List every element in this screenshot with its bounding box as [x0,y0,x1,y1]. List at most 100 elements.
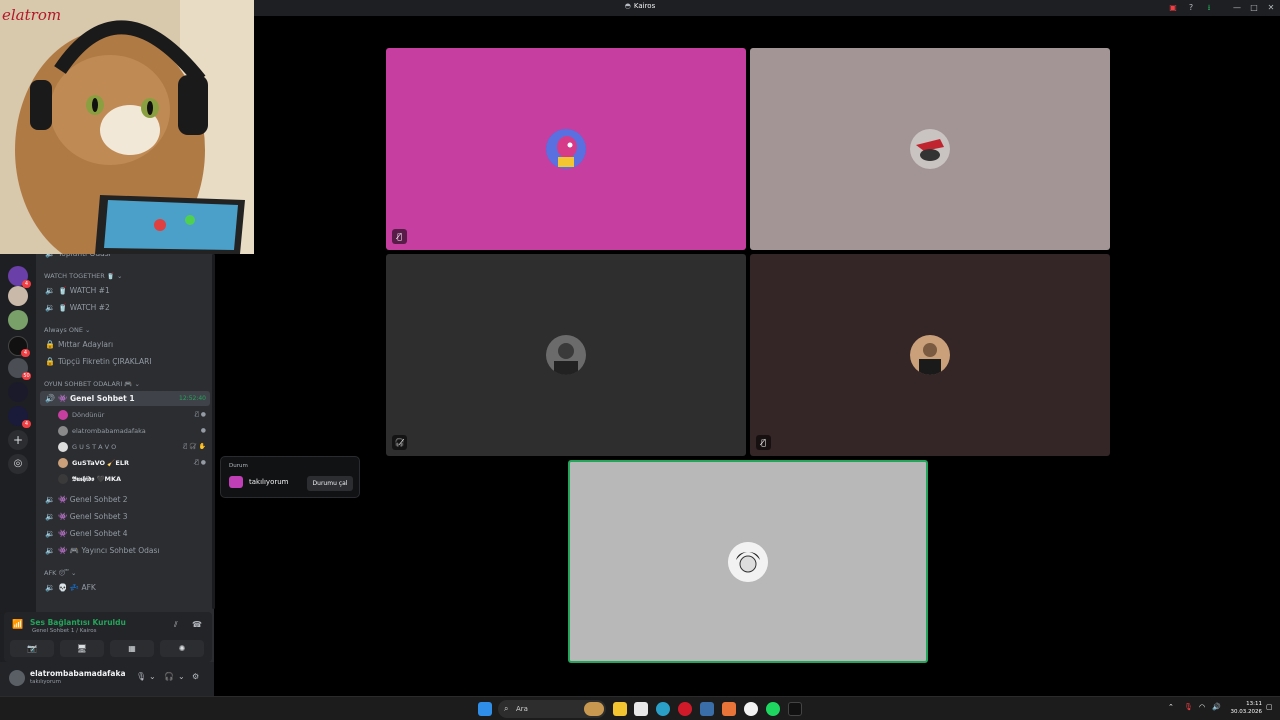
volume-icon[interactable]: 🔊 [1212,703,1221,711]
category-header[interactable]: WATCH TOGETHER 🥤 ⌄ [44,272,122,280]
speaker-icon: 🔉 [45,303,55,312]
voice-channel[interactable]: 🔉 👾 Genel Sohbet 3 [40,509,210,524]
minimize-icon[interactable]: — [1232,3,1242,13]
file-explorer-icon[interactable] [613,702,627,716]
taskbar-clock[interactable]: 13:11 30.03.2026 [1226,700,1263,716]
camera-off-button[interactable]: 📷̸ [10,640,54,657]
server-icon[interactable]: 4 [8,406,31,428]
voice-user[interactable]: 𝕭𝖚𝖘𝖍𝖎𝖉𝖔 🖤MKA [58,472,208,486]
muted-icon: 🎙̸ ● [195,459,206,466]
voice-channel[interactable]: 🔉 👾 Genel Sohbet 2 [40,492,210,507]
participant-tile[interactable]: 🎧̸ [386,254,746,456]
username[interactable]: elatrombabamadafaka [30,669,126,678]
store-icon[interactable] [634,702,648,716]
widgets-icon[interactable] [584,702,604,716]
server-icon[interactable] [8,382,28,402]
deafened-icon: 🎧̸ [392,435,407,450]
noise-suppression-icon[interactable]: ⫽ [174,620,178,630]
discover-icon[interactable]: ◎ [8,454,28,474]
voice-channel[interactable]: 🔉 🥤 WATCH #1 [40,283,210,298]
speaker-icon: 🔉 [45,512,55,521]
inbox-icon[interactable]: ▣ [1168,3,1178,13]
participant-tile[interactable]: 🎙̸ [386,48,746,250]
voice-channel-active[interactable]: 🔊 👾 Genel Sohbet 1 12:52:40 [40,391,210,406]
muted-icon: 🎙̸ ● [195,411,206,418]
app-icon[interactable] [722,702,736,716]
voice-user[interactable]: Döndünür 🎙̸ ● [58,408,208,422]
voice-user[interactable]: elatrombabamadafaka ● [58,424,208,438]
speaker-icon: 🔉 [45,529,55,538]
category-header[interactable]: AFK 😴 ⌄ [44,569,76,577]
voice-channel[interactable]: 🔉 💀 💤 AFK [40,580,210,595]
notification-badge: 4 [21,349,30,357]
voice-channel[interactable]: 🔉 🥤 WATCH #2 [40,300,210,315]
chevron-down-icon[interactable]: ⌄ [178,672,185,681]
microphone-icon[interactable]: 🎙 [1184,703,1193,711]
video-grid: 🎙̸ 🎧̸ 🎙̸ [216,16,1280,696]
server-icon[interactable] [8,310,28,330]
wifi-icon[interactable]: ◠ [1199,703,1205,711]
edge-icon[interactable] [656,702,670,716]
connection-status[interactable]: Ses Bağlantısı Kuruldu [30,618,126,627]
chevron-down-icon[interactable]: ⌄ [149,672,156,681]
lock-icon: 🔒 [45,340,55,349]
status-popup: Durum takılıyorum Durumu çal [220,456,360,498]
activity-icon: ● [200,427,206,434]
locked-channel[interactable]: 🔒 Tüpçü Fikretin ÇIRAKLARI [40,354,210,369]
headphones-icon[interactable]: 🎧 [164,672,174,681]
window-title: ◓ Kairos [624,2,656,10]
voice-connection-panel: 📶 Ses Bağlantısı Kuruldu Genel Sohbet 1 … [4,612,212,662]
screen-share-button[interactable]: 🖥 [60,640,104,657]
category-header[interactable]: Always ONE ⌄ [44,326,90,334]
status-emoji-icon [229,476,243,488]
notification-icon[interactable]: ▢ [1266,703,1273,711]
spotify-icon[interactable] [766,702,780,716]
participant-tile[interactable] [750,48,1110,250]
search-icon: ⌕ [504,704,509,713]
server-icon[interactable]: 4 [8,266,31,288]
locked-channel[interactable]: 🔒 Mıttar Adayları [40,337,210,352]
scrollbar[interactable] [212,254,215,609]
status-text: takılıyorum [249,478,289,486]
voice-user[interactable]: GuSTaVO 🧹ELR 🎙̸ ● [58,456,208,470]
discord-icon: ◓ [624,2,631,10]
avatar [58,442,68,452]
server-icon[interactable] [8,286,28,306]
maximize-icon[interactable]: □ [1249,3,1259,13]
notification-badge: 4 [22,420,31,428]
voice-user[interactable]: G U S T A V O 🎙̸ 🎧̸ ✋ [58,440,208,454]
connection-channel[interactable]: Genel Sohbet 1 / Kairos [32,628,97,634]
microphone-icon[interactable]: 🎙 [136,672,146,681]
windows-start-icon[interactable] [478,702,492,716]
speaker-icon: 🔉 [45,495,55,504]
server-icon[interactable]: 4 [8,336,30,357]
chevron-up-icon[interactable]: ⌃ [1168,703,1174,711]
pip-video[interactable]: elatrom [0,0,254,254]
avatar [910,129,950,169]
download-icon[interactable]: ⭳ [1204,3,1214,13]
category-header[interactable]: OYUN SOHBET ODALARI 🎮 ⌄ [44,380,140,388]
disconnect-icon[interactable]: ☎ [192,620,202,629]
help-icon[interactable]: ? [1186,3,1196,13]
voice-channel[interactable]: 🔉 👾 🎮 Yayıncı Sohbet Odası [40,543,210,558]
add-server-icon[interactable]: + [8,430,28,450]
server-icon[interactable]: 50 [8,358,31,380]
avatar[interactable] [9,670,25,686]
voice-channel[interactable]: 🔉 👾 Genel Sohbet 4 [40,526,210,541]
participant-tile-speaking[interactable] [568,460,928,663]
speaker-icon: 🔉 [45,286,55,295]
activities-button[interactable]: ▦ [110,640,154,657]
opera-icon[interactable] [678,702,692,716]
speaker-icon: 🔉 [45,546,55,555]
app-icon[interactable] [700,702,714,716]
notification-badge: 50 [22,372,31,380]
soundboard-button[interactable]: ✺ [160,640,204,657]
chrome-icon[interactable] [744,702,758,716]
tiktok-icon[interactable] [788,702,802,716]
play-status-button[interactable]: Durumu çal [307,476,353,491]
close-icon[interactable]: ✕ [1266,3,1276,13]
user-status[interactable]: takılıyorum [30,679,61,685]
popup-header: Durum [229,463,248,469]
settings-gear-icon[interactable]: ⚙ [192,672,199,681]
participant-tile[interactable]: 🎙̸ [750,254,1110,456]
